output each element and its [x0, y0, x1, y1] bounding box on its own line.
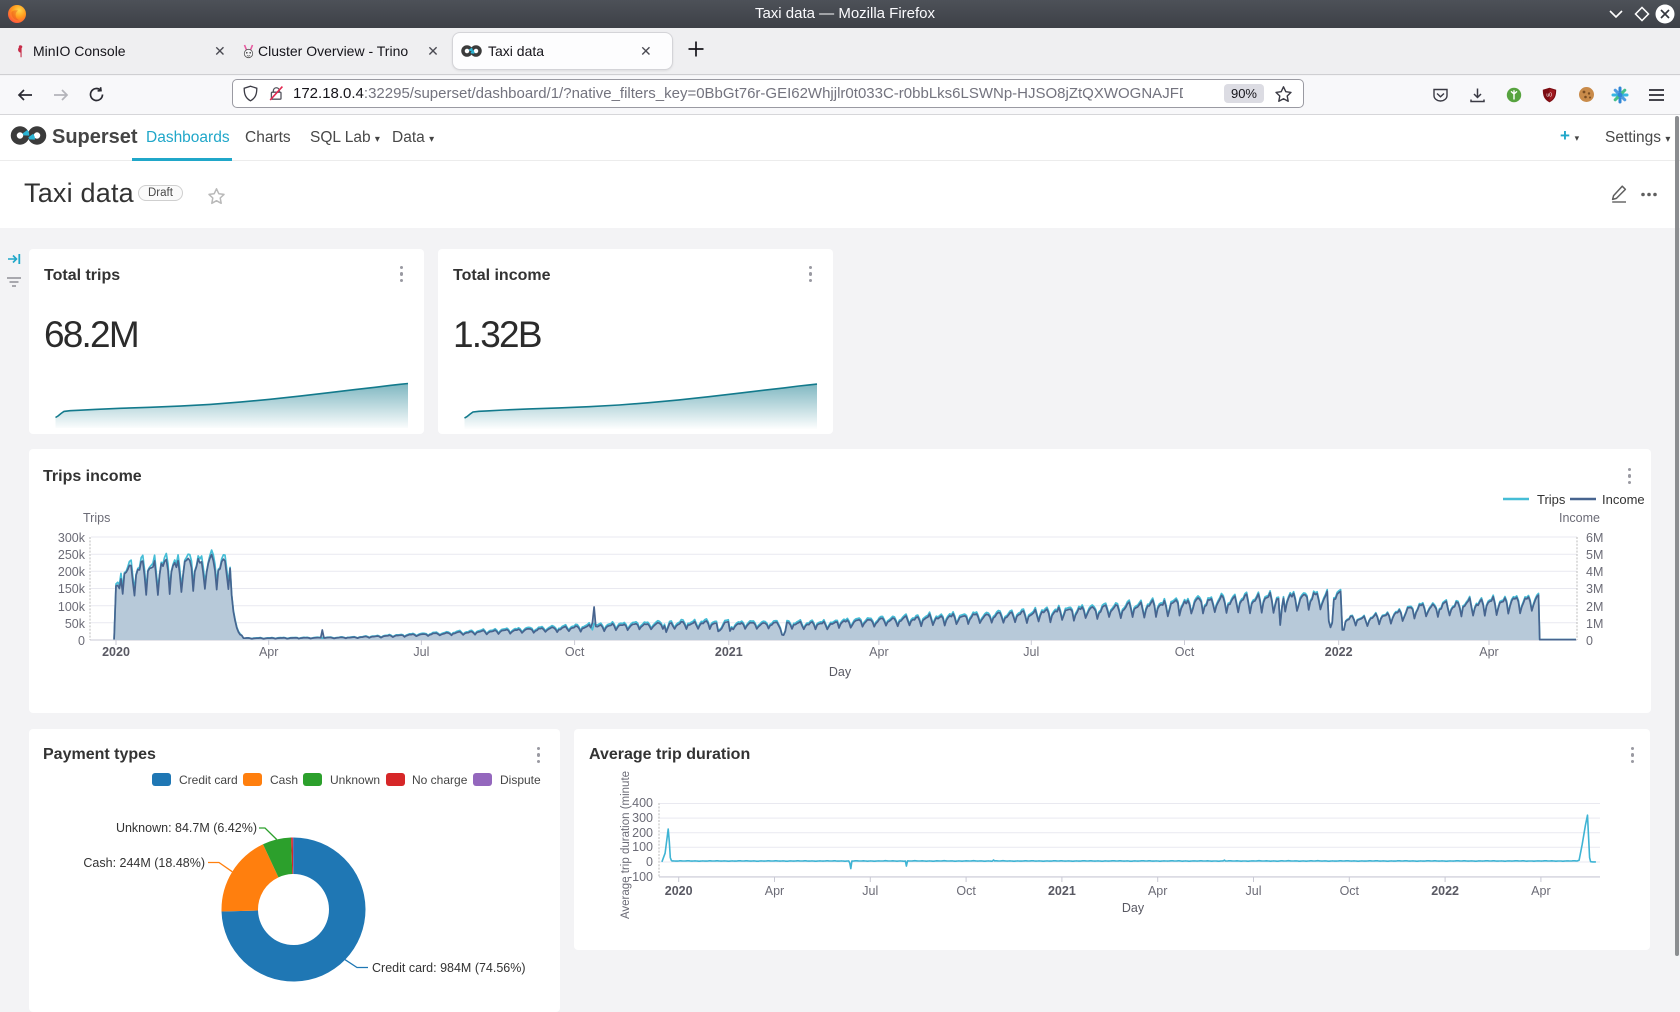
svg-text:200k: 200k — [58, 565, 86, 579]
svg-text:Apr: Apr — [1148, 884, 1167, 898]
svg-text:Unknown: Unknown — [330, 773, 380, 787]
svg-text:400: 400 — [632, 796, 653, 810]
svg-text:Cash: 244M (18.48%): Cash: 244M (18.48%) — [83, 856, 205, 870]
svg-text:Jul: Jul — [413, 645, 429, 659]
svg-text:Oct: Oct — [565, 645, 585, 659]
svg-text:1M: 1M — [1586, 617, 1603, 631]
svg-text:100k: 100k — [58, 600, 86, 614]
svg-text:2M: 2M — [1586, 600, 1603, 614]
svg-text:Jul: Jul — [1246, 884, 1262, 898]
svg-text:200: 200 — [632, 826, 653, 840]
svg-text:2022: 2022 — [1431, 884, 1459, 898]
svg-text:Credit card: Credit card — [179, 773, 238, 787]
svg-text:2020: 2020 — [665, 884, 693, 898]
svg-text:Apr: Apr — [1531, 884, 1550, 898]
svg-text:Income: Income — [1602, 492, 1645, 507]
svg-text:4M: 4M — [1586, 565, 1603, 579]
svg-text:Credit card: 984M (74.56%): Credit card: 984M (74.56%) — [372, 961, 526, 975]
svg-text:250k: 250k — [58, 548, 86, 562]
svg-text:0: 0 — [1586, 634, 1593, 648]
svg-text:2021: 2021 — [1048, 884, 1076, 898]
svg-text:Average trip duration (minute: Average trip duration (minute — [620, 771, 632, 919]
svg-text:No charge: No charge — [412, 773, 468, 787]
svg-text:300k: 300k — [58, 531, 86, 545]
svg-text:100: 100 — [632, 840, 653, 854]
svg-text:Oct: Oct — [1340, 884, 1360, 898]
svg-text:150k: 150k — [58, 582, 86, 596]
svg-text:Day: Day — [1122, 901, 1145, 915]
svg-text:5M: 5M — [1586, 548, 1603, 562]
svg-text:Oct: Oct — [956, 884, 976, 898]
svg-text:2020: 2020 — [102, 645, 130, 659]
svg-text:Apr: Apr — [259, 645, 278, 659]
svg-text:Jul: Jul — [1023, 645, 1039, 659]
svg-text:0: 0 — [78, 634, 85, 648]
svg-text:Dispute: Dispute — [500, 773, 541, 787]
svg-text:50k: 50k — [65, 617, 86, 631]
svg-text:Day: Day — [829, 665, 852, 679]
svg-text:2022: 2022 — [1325, 645, 1353, 659]
svg-text:Apr: Apr — [869, 645, 888, 659]
svg-text:6M: 6M — [1586, 531, 1603, 545]
svg-text:Unknown: 84.7M (6.42%): Unknown: 84.7M (6.42%) — [116, 821, 257, 835]
svg-text:Cash: Cash — [270, 773, 298, 787]
svg-text:2021: 2021 — [715, 645, 743, 659]
svg-text:Income: Income — [1559, 511, 1600, 525]
svg-text:Oct: Oct — [1175, 645, 1195, 659]
svg-text:300: 300 — [632, 811, 653, 825]
svg-text:Jul: Jul — [862, 884, 878, 898]
svg-text:Apr: Apr — [1479, 645, 1498, 659]
svg-text:3M: 3M — [1586, 582, 1603, 596]
svg-text:Trips: Trips — [83, 511, 110, 525]
svg-text:Apr: Apr — [765, 884, 784, 898]
svg-text:0: 0 — [646, 855, 653, 869]
svg-text:Trips: Trips — [1537, 492, 1566, 507]
